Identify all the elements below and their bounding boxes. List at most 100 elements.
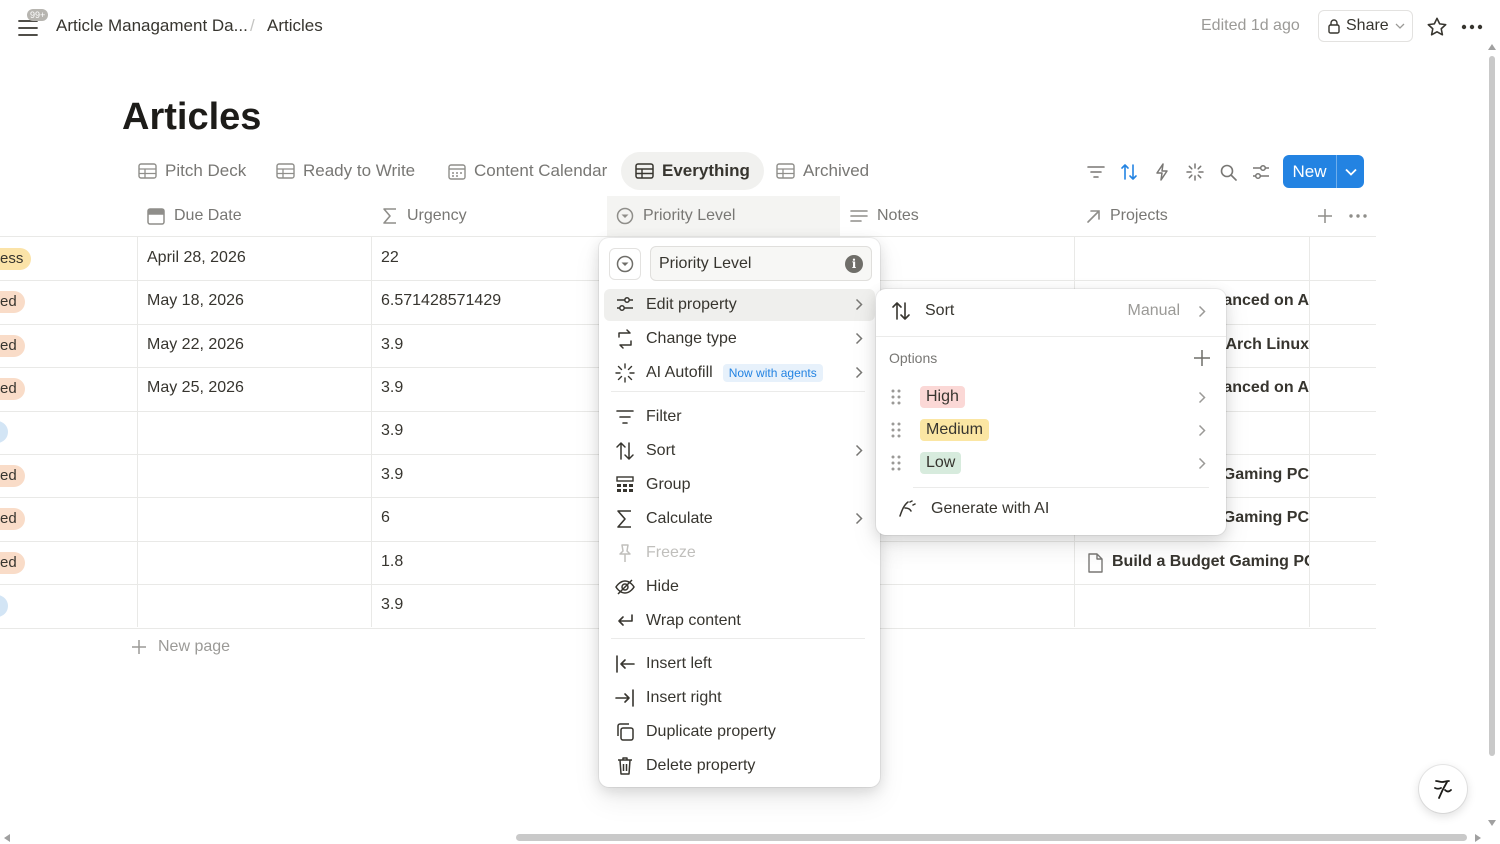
new-dropdown-button[interactable] xyxy=(1336,155,1364,188)
due-date-cell[interactable]: May 25, 2026 xyxy=(147,379,244,397)
tab-pitch-deck[interactable]: Pitch Deck xyxy=(124,152,260,190)
wrap-content-menu-item[interactable]: Wrap content xyxy=(604,605,875,637)
sort-menu-item[interactable]: Sort xyxy=(604,435,875,467)
breadcrumb-page[interactable]: Articles xyxy=(267,16,323,36)
due-date-cell[interactable]: May 22, 2026 xyxy=(147,336,244,354)
add-column-button[interactable] xyxy=(1315,206,1335,226)
favorite-button[interactable] xyxy=(1424,14,1450,40)
sort-button[interactable] xyxy=(1117,160,1141,184)
scroll-right-arrow-icon[interactable] xyxy=(1475,834,1481,842)
status-badge[interactable]: ed xyxy=(0,335,25,357)
insert-right-icon xyxy=(615,689,634,707)
more-options-button[interactable] xyxy=(1458,14,1486,40)
tab-label: Everything xyxy=(662,161,750,180)
change-type-menu-item[interactable]: Change type xyxy=(604,323,875,355)
sigma-icon xyxy=(383,208,396,224)
horizontal-scrollbar[interactable] xyxy=(516,834,1467,841)
status-badge[interactable]: ed xyxy=(0,465,25,487)
sort-icon xyxy=(616,442,634,460)
freeze-menu-item: Freeze xyxy=(604,537,875,569)
divider xyxy=(913,487,1209,488)
drag-handle-icon[interactable] xyxy=(891,422,901,438)
lightning-icon xyxy=(1156,163,1168,181)
status-badge[interactable]: ess xyxy=(0,248,32,270)
wrap-arrow-icon xyxy=(618,614,633,626)
drag-handle-icon[interactable] xyxy=(891,389,901,405)
menu-divider xyxy=(611,391,865,392)
column-options-button[interactable] xyxy=(1346,206,1370,226)
ellipsis-icon xyxy=(1461,24,1483,30)
status-badge[interactable] xyxy=(0,421,8,443)
tab-everything[interactable]: Everything xyxy=(621,152,764,190)
hide-menu-item[interactable]: Hide xyxy=(604,571,875,603)
scroll-down-arrow-icon[interactable] xyxy=(1488,820,1496,826)
delete-property-menu-item[interactable]: Delete property xyxy=(604,750,875,782)
status-badge[interactable]: ed xyxy=(0,291,25,313)
filter-button[interactable] xyxy=(1084,160,1108,184)
menu-item-label: Freeze xyxy=(646,544,696,561)
due-date-cell[interactable]: April 28, 2026 xyxy=(147,249,246,267)
tab-label: Content Calendar xyxy=(474,161,608,180)
chevron-down-icon xyxy=(1344,168,1357,176)
property-name-input[interactable] xyxy=(650,246,872,281)
column-header-notes[interactable]: Notes xyxy=(850,196,919,236)
add-option-button[interactable] xyxy=(1192,348,1212,368)
drag-handle-icon[interactable] xyxy=(891,455,901,471)
sliders-icon xyxy=(1253,164,1269,180)
filter-icon xyxy=(616,410,634,424)
status-badge[interactable] xyxy=(0,595,8,617)
scroll-left-arrow-icon[interactable] xyxy=(4,834,10,842)
sort-row[interactable]: Sort Manual xyxy=(882,295,1220,327)
chevron-right-icon xyxy=(1198,305,1206,317)
tab-label: Archived xyxy=(803,161,870,180)
column-header-projects[interactable]: Projects xyxy=(1086,196,1168,236)
calculate-menu-item[interactable]: Calculate xyxy=(604,503,875,535)
search-button[interactable] xyxy=(1216,160,1240,184)
page-title[interactable]: Articles xyxy=(122,96,261,139)
property-icon-button[interactable] xyxy=(609,248,641,280)
insert-right-menu-item[interactable]: Insert right xyxy=(604,682,875,714)
column-label: Projects xyxy=(1110,207,1168,224)
status-badge[interactable]: ed xyxy=(0,508,25,530)
status-badge[interactable]: ed xyxy=(0,552,25,574)
new-button[interactable]: New xyxy=(1283,155,1364,188)
info-icon[interactable]: i xyxy=(845,255,863,273)
urgency-cell: 3.9 xyxy=(381,336,404,353)
insert-left-menu-item[interactable]: Insert left xyxy=(604,648,875,680)
ai-autofill-menu-item[interactable]: AI Autofill Now with agents xyxy=(604,357,875,389)
due-date-cell[interactable]: May 18, 2026 xyxy=(147,292,244,310)
view-settings-button[interactable] xyxy=(1249,160,1273,184)
duplicate-property-menu-item[interactable]: Duplicate property xyxy=(604,716,875,748)
filter-menu-item[interactable]: Filter xyxy=(604,401,875,433)
divider xyxy=(876,336,1226,337)
tab-content-calendar[interactable]: Content Calendar xyxy=(434,152,621,190)
breadcrumb-workspace[interactable]: Article Managament Da... xyxy=(56,16,248,36)
option-medium[interactable]: Medium xyxy=(882,414,1220,446)
generate-with-ai-button[interactable]: Generate with AI xyxy=(882,493,1220,525)
tab-archived[interactable]: Archived xyxy=(762,152,883,190)
scroll-up-arrow-icon[interactable] xyxy=(1488,44,1496,50)
column-header-urgency[interactable]: Urgency xyxy=(382,196,467,236)
notification-badge: 99+ xyxy=(27,9,49,21)
group-menu-item[interactable]: Group xyxy=(604,469,875,501)
column-header-due-date[interactable]: Due Date xyxy=(147,196,242,236)
option-high[interactable]: High xyxy=(882,381,1220,413)
ai-autofill-button[interactable] xyxy=(1183,160,1207,184)
vertical-scrollbar[interactable] xyxy=(1489,56,1495,756)
sigma-icon xyxy=(617,510,631,528)
share-button[interactable]: Share xyxy=(1318,10,1413,42)
automation-button[interactable] xyxy=(1150,160,1174,184)
ai-assistant-button[interactable] xyxy=(1419,765,1467,813)
project-link[interactable]: Build a Budget Gaming PC xyxy=(1112,553,1309,571)
edit-property-menu-item[interactable]: Edit property xyxy=(604,289,875,321)
table-icon xyxy=(635,163,654,179)
chevron-right-icon xyxy=(855,366,863,379)
column-header-priority-level[interactable]: Priority Level xyxy=(607,196,840,236)
tab-ready-to-write[interactable]: Ready to Write xyxy=(262,152,429,190)
edited-timestamp: Edited 1d ago xyxy=(1201,17,1300,34)
lock-icon xyxy=(1328,18,1340,34)
option-low[interactable]: Low xyxy=(882,447,1220,479)
status-badge[interactable]: ed xyxy=(0,378,25,400)
new-page-button[interactable]: New page xyxy=(132,638,230,656)
menu-item-label: Insert right xyxy=(646,689,722,706)
